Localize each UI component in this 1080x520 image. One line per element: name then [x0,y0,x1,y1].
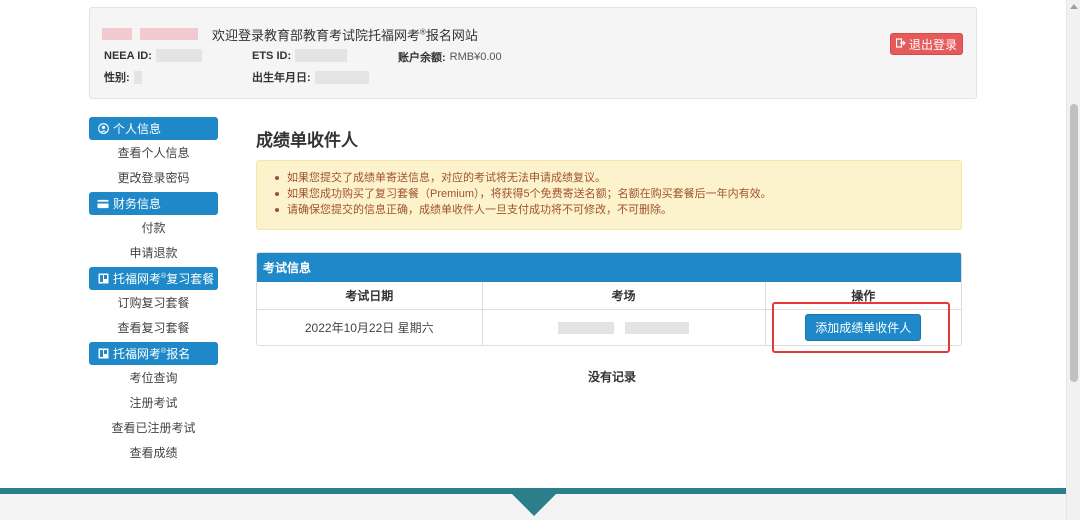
page-title: 成绩单收件人 [256,131,358,150]
scrollbar-thumb[interactable] [1070,104,1078,382]
sidebar-item-buy-package[interactable]: 订购复习套餐 [89,290,218,315]
dob-label: 出生年月日: [252,72,311,84]
gender-masked [133,70,142,84]
sidebar-section-label: 个人信息 [113,122,162,136]
sidebar-section-label: 财务信息 [113,197,162,211]
highlight-annotation [772,302,950,353]
panel-title: 考试信息 [257,253,961,282]
alert-list: 如果您提交了成绩单寄送信息，对应的考试将无法申请成绩复议。 如果您成功购买了复习… [275,170,949,218]
user-header: 欢迎登录教育部教育考试院托福网考®报名网站 NEEA ID: ETS ID: 账… [89,7,977,99]
balance-value: RMB¥0.00 [449,51,502,63]
sidebar-section-personal[interactable]: 个人信息 [89,117,218,140]
book-icon [97,348,109,360]
sidebar: 个人信息 查看个人信息 更改登录密码 财务信息 付款 申请退款 托福网考®复习套… [89,115,218,465]
gender-label: 性别: [104,72,130,84]
sign-out-icon [895,37,906,51]
sidebar-item-refund[interactable]: 申请退款 [89,240,218,265]
dob-masked [314,70,369,84]
neea-id-label: NEEA ID: [104,49,152,62]
sidebar-section-prep-package[interactable]: 托福网考®复习套餐 [89,267,218,290]
masked-name [102,28,132,40]
footer-triangle-icon [512,494,556,516]
sidebar-item-change-password[interactable]: 更改登录密码 [89,165,218,190]
alert-item: 如果您提交了成绩单寄送信息，对应的考试将无法申请成绩复议。 [275,170,949,186]
alert-item: 请确保您提交的信息正确，成绩单收件人一旦支付成功将不可修改，不可删除。 [275,202,949,218]
masked-name-2 [140,28,198,40]
sidebar-item-view-scores[interactable]: 查看成绩 [89,440,218,465]
vertical-scrollbar[interactable] [1066,0,1080,520]
birth-date: 出生年月日: [252,69,369,85]
neea-id: NEEA ID: [104,49,202,62]
credit-card-icon [97,198,109,210]
neea-id-masked [155,49,202,62]
sidebar-item-register-test[interactable]: 注册考试 [89,390,218,415]
sidebar-item-payment[interactable]: 付款 [89,215,218,240]
sidebar-item-view-package[interactable]: 查看复习套餐 [89,315,218,340]
balance-label: 账户余额: [398,52,446,64]
welcome-row: 欢迎登录教育部教育考试院托福网考®报名网站 [102,25,478,43]
sidebar-item-view-profile[interactable]: 查看个人信息 [89,140,218,165]
masked-test-center-2 [625,322,690,335]
warning-alert: 如果您提交了成绩单寄送信息，对应的考试将无法申请成绩复议。 如果您成功购买了复习… [256,160,962,230]
col-exam-date: 考试日期 [257,282,483,310]
sidebar-item-seat-search[interactable]: 考位查询 [89,365,218,390]
sidebar-section-finance[interactable]: 财务信息 [89,192,218,215]
test-center-cell [482,309,766,345]
col-test-center: 考场 [482,282,766,310]
sidebar-section-label: 托福网考®复习套餐 [113,272,215,286]
sidebar-item-registered-tests[interactable]: 查看已注册考试 [89,415,218,440]
account-balance: 账户余额: RMB¥0.00 [398,49,502,65]
welcome-text: 欢迎登录教育部教育考试院托福网考®报名网站 [212,27,478,43]
gender: 性别: [104,69,142,85]
masked-test-center [557,322,614,335]
alert-item: 如果您成功购买了复习套餐（Premium），将获得5个免费寄送名额；名额在购买套… [275,186,949,202]
scroll-up-icon[interactable] [1070,4,1078,9]
exam-date-cell: 2022年10月22日 星期六 [257,309,483,345]
sidebar-section-registration[interactable]: 托福网考®报名 [89,342,218,365]
sidebar-section-label: 托福网考®报名 [113,347,191,361]
no-record-text: 没有记录 [588,370,637,384]
user-circle-icon [97,123,109,135]
ets-id-label: ETS ID: [252,49,292,62]
book-icon [97,273,109,285]
ets-id-masked [295,49,348,62]
ets-id: ETS ID: [252,49,348,62]
logout-button[interactable]: 退出登录 [890,33,963,55]
logout-label: 退出登录 [908,37,957,52]
